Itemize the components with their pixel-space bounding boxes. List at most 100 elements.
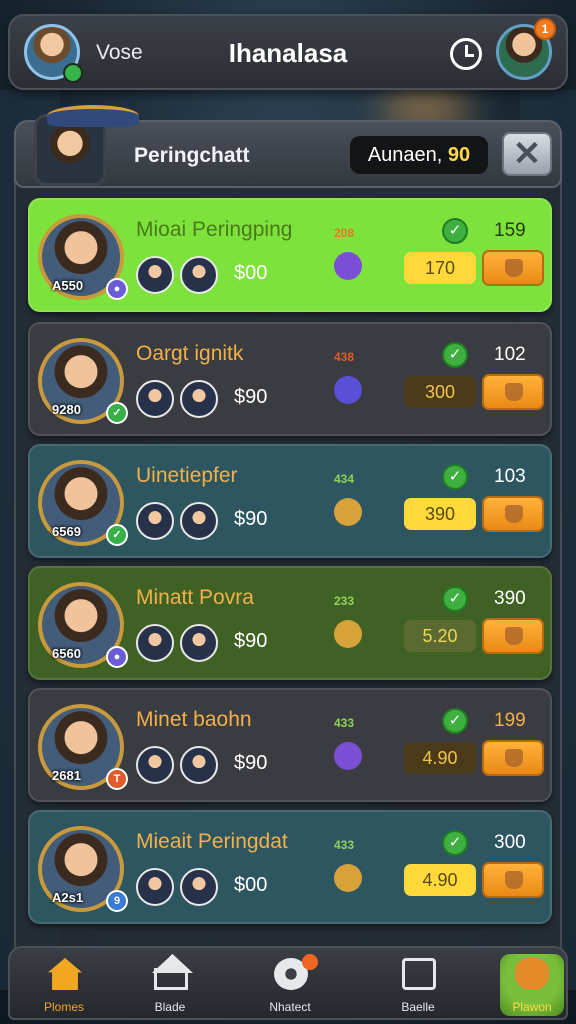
shop-button[interactable] — [482, 250, 544, 286]
bag-icon — [505, 749, 523, 767]
player-level: 2681 — [52, 768, 81, 783]
player-score: 433 — [334, 716, 355, 730]
host-avatar — [34, 105, 139, 186]
bag-icon — [505, 505, 523, 523]
medal-icon — [334, 498, 362, 526]
team-avatar — [136, 502, 174, 540]
amount-pill[interactable]: 170 — [404, 252, 476, 284]
level-badge: ● — [106, 646, 128, 668]
check-icon: ✓ — [442, 586, 468, 612]
leaderboard-row[interactable]: 2681 T Minet baohn $90 433 ✓ 199 4.90 — [28, 688, 552, 802]
check-icon: ✓ — [442, 830, 468, 856]
close-button[interactable]: ✕ — [502, 132, 552, 176]
medal-icon — [334, 252, 362, 280]
shop-button[interactable] — [482, 496, 544, 532]
level-badge: ✓ — [106, 402, 128, 424]
leaderboard-row[interactable]: 6560 ● Minatt Povra $90 233 ✓ 390 5.20 — [28, 566, 552, 680]
bag-icon — [505, 871, 523, 889]
medal-icon — [334, 742, 362, 770]
notification-badge[interactable]: 1 — [534, 18, 556, 40]
player-count: 390 — [494, 588, 526, 609]
check-icon: ✓ — [442, 708, 468, 734]
bag-icon — [505, 627, 523, 645]
nav-blade[interactable]: Blade — [120, 954, 220, 1016]
player-name: Minatt Povra — [136, 586, 254, 609]
player-count: 300 — [494, 832, 526, 853]
nav-nhatect[interactable]: Nhatect — [240, 954, 340, 1016]
player-score: 233 — [334, 594, 355, 608]
medal-icon — [334, 864, 362, 892]
player-count: 199 — [494, 710, 526, 731]
player-level: 6569 — [52, 524, 81, 539]
bottom-nav: Plomes Blade Nhatect Baelle Plawon — [8, 946, 568, 1020]
leaderboard-row[interactable]: 9280 ✓ Oargt ignitk $90 438 ✓ 102 300 — [28, 322, 552, 436]
team-avatar — [180, 380, 218, 418]
hat-icon — [47, 105, 139, 127]
check-icon: ✓ — [442, 342, 468, 368]
leaderboard-row[interactable]: A2s1 9 Mieait Peringdat $00 433 ✓ 300 4.… — [28, 810, 552, 924]
bag-icon — [505, 259, 523, 277]
check-icon: ✓ — [442, 218, 468, 244]
amount-pill[interactable]: 300 — [404, 376, 476, 408]
check-icon: ✓ — [442, 464, 468, 490]
player-level: 6560 — [52, 646, 81, 661]
panel-title: Peringchatt — [134, 144, 250, 167]
player-name: Oargt ignitk — [136, 342, 244, 365]
pet-icon — [515, 958, 549, 990]
amount-pill[interactable]: 5.20 — [404, 620, 476, 652]
player-name: Mioai Peringping — [136, 218, 293, 241]
shop-button[interactable] — [482, 374, 544, 410]
leaderboard-row[interactable]: 6569 ✓ Uinetiepfer $90 434 ✓ 103 390 — [28, 444, 552, 558]
level-badge: ✓ — [106, 524, 128, 546]
player-name: Minet baohn — [136, 708, 252, 731]
player-price: $90 — [234, 630, 268, 652]
page-title: Ihanalasa — [228, 38, 348, 68]
team-avatar — [136, 380, 174, 418]
top-bar: Vose Ihanalasa 1 — [8, 14, 568, 90]
team-avatar — [180, 256, 218, 294]
player-count: 102 — [494, 344, 526, 365]
shop-button[interactable] — [482, 862, 544, 898]
nav-baelle[interactable]: Baelle — [368, 954, 468, 1016]
balance-display: Aunaen, 90 — [350, 136, 488, 174]
amount-pill[interactable]: 4.90 — [404, 742, 476, 774]
clock-icon[interactable] — [450, 38, 482, 70]
nav-label: Plawon — [512, 1000, 552, 1014]
player-count: 103 — [494, 466, 526, 487]
player-price: $00 — [234, 874, 268, 896]
nav-plawon[interactable]: Plawon — [500, 954, 564, 1016]
player-score: 433 — [334, 838, 355, 852]
player-price: $00 — [234, 262, 268, 284]
shop-button[interactable] — [482, 618, 544, 654]
nav-home[interactable]: Plomes — [14, 954, 114, 1016]
notification-dot — [302, 954, 318, 970]
shop-button[interactable] — [482, 740, 544, 776]
leaderboard-row[interactable]: A550 ● Mioai Peringping $00 208 ✓ 159 17… — [28, 198, 552, 312]
player-count: 159 — [494, 220, 526, 241]
team-avatar — [180, 746, 218, 784]
player-score: 438 — [334, 350, 355, 364]
nav-label: Baelle — [401, 1000, 435, 1014]
nav-label: Plomes — [43, 1000, 84, 1014]
player-name: Mieait Peringdat — [136, 830, 288, 853]
player-score: 434 — [334, 472, 355, 486]
team-avatar — [136, 624, 174, 662]
player-price: $90 — [234, 508, 268, 530]
balance-label: Aunaen, — [367, 144, 443, 166]
team-avatar — [180, 502, 218, 540]
team-avatar — [136, 868, 174, 906]
level-badge: 9 — [106, 890, 128, 912]
player-level: A550 — [52, 278, 84, 293]
amount-pill[interactable]: 4.90 — [404, 864, 476, 896]
close-icon: ✕ — [512, 135, 542, 173]
team-avatar — [180, 868, 218, 906]
player-name: Uinetiepfer — [136, 464, 238, 487]
amount-pill[interactable]: 390 — [404, 498, 476, 530]
home-icon — [48, 958, 82, 990]
player-price: $90 — [234, 752, 268, 774]
team-avatar — [180, 624, 218, 662]
player-level: 9280 — [52, 402, 81, 417]
team-avatar — [136, 256, 174, 294]
balance-value: 90 — [447, 144, 471, 166]
panel-header: Peringchatt Aunaen, 90 ✕ — [14, 105, 562, 188]
